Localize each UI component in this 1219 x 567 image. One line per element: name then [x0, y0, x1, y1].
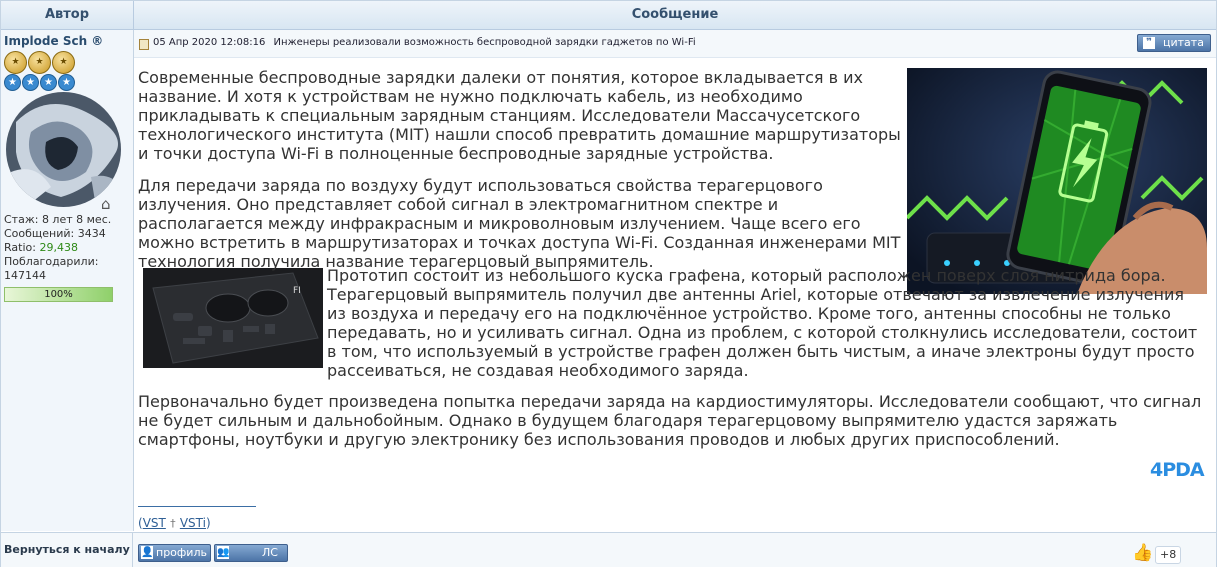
profile-button[interactable]: 👤 профиль: [138, 544, 211, 562]
back-to-top-link[interactable]: Вернуться к началу: [1, 533, 133, 567]
signature-divider: [138, 506, 256, 507]
star-icon: ★: [58, 74, 75, 91]
signature: (VST † VSTi): [138, 516, 211, 530]
article-paragraph-1: Современные беспроводные зарядки далеки …: [138, 68, 901, 163]
post-footer: Вернуться к началу 👤 профиль 👥 ЛС 👍 +8: [1, 532, 1216, 567]
user-icon: 👤: [141, 546, 154, 559]
star-icon: ★: [40, 74, 57, 91]
medal-icon: ★: [52, 51, 75, 74]
article-paragraph-2: Для передачи заряда по воздуху будут исп…: [138, 176, 901, 271]
post-header: 05 Апр 2020 12:08:16 Инженеры реализовал…: [134, 30, 1216, 58]
star-icon: ★: [22, 74, 39, 91]
user-tenure: Стаж: 8 лет 8 мес.: [4, 213, 112, 226]
user-thanked-value: 147144: [4, 269, 46, 282]
quote-button[interactable]: ❞ цитата: [1137, 34, 1211, 52]
star-icon: ★: [4, 74, 21, 91]
post-meta: 05 Апр 2020 12:08:16 Инженеры реализовал…: [153, 37, 696, 48]
username-link[interactable]: Implode Sch ®: [4, 34, 103, 48]
user-thanked-label: Поблагодарили:: [4, 255, 99, 268]
message-column-header: Сообщение: [134, 1, 1216, 30]
medals: ★ ★ ★: [4, 51, 75, 74]
article-image-phone: [907, 68, 1207, 294]
medal-icon: ★: [28, 51, 51, 74]
article-paragraph-3: Прототип состоит из небольшого куска гра…: [327, 266, 1198, 380]
user-stats: Стаж: 8 лет 8 мес. Сообщений: 3434 Ratio…: [4, 213, 111, 283]
quote-icon: ❞: [1143, 37, 1155, 49]
users-icon: 👥: [217, 546, 230, 559]
post-title: Инженеры реализовали возможность беспров…: [273, 37, 696, 48]
medal-icon: ★: [4, 51, 27, 74]
post-date: 05 Апр 2020 12:08:16: [153, 37, 266, 48]
user-posts: Сообщений: 3434: [4, 227, 106, 240]
tuning-fork-icon: †: [170, 517, 176, 530]
forum-post-table: Автор Сообщение Implode Sch ® ★ ★ ★ ★ ★ …: [0, 0, 1217, 567]
signature-link-vsti[interactable]: VSTi: [180, 516, 206, 530]
article-paragraph-4: Первоначально будет произведена попытка …: [138, 392, 1202, 449]
reputation-bar: 100%: [4, 287, 113, 302]
author-panel: Implode Sch ® ★ ★ ★ ★ ★ ★ ★ ⌂ Стаж: 8 ле…: [1, 30, 134, 531]
author-column-header: Автор: [1, 1, 134, 30]
private-message-button[interactable]: 👥 ЛС: [214, 544, 288, 562]
home-icon: ⌂: [101, 195, 111, 213]
rank-stars: ★ ★ ★ ★: [4, 74, 75, 91]
signature-link-vst[interactable]: VST: [143, 516, 166, 530]
message-panel: 05 Апр 2020 12:08:16 Инженеры реализовал…: [134, 30, 1216, 531]
thumbs-up-icon[interactable]: 👍: [1132, 543, 1153, 563]
like-count: +8: [1155, 546, 1182, 564]
user-ratio: Ratio: 29,438: [4, 241, 78, 254]
post-icon: [139, 39, 149, 50]
avatar: [6, 92, 121, 207]
article-image-prototype: FI: [143, 268, 323, 368]
svg-text:FI: FI: [293, 286, 301, 296]
source-logo-4pda[interactable]: 4PDA: [1150, 459, 1205, 481]
